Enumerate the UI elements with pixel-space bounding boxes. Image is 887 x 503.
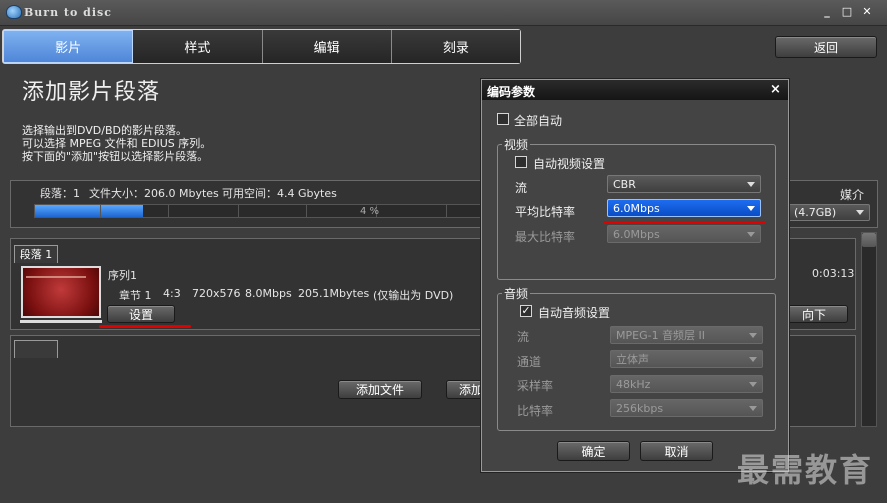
desc-line-3: 按下面的"添加"按钮以选择影片段落。: [22, 150, 209, 163]
avg-bitrate-value: 6.0Mbps: [613, 201, 660, 215]
file-size: 文件大小：206.0 Mbytes: [89, 187, 219, 200]
minimize-icon[interactable]: _: [820, 5, 834, 19]
tab-style[interactable]: 样式: [133, 30, 263, 63]
chevron-down-icon: [749, 332, 757, 338]
scroll-up-button[interactable]: [862, 233, 876, 247]
add-file-button[interactable]: 添加文件: [338, 380, 422, 399]
free-space: 可用空间：4.4 Gbytes: [222, 187, 337, 200]
thumbnail-title-text: [26, 276, 86, 278]
max-bitrate-label: 最大比特率: [515, 230, 576, 244]
chevron-down-icon: [747, 231, 755, 237]
video-stream-value: CBR: [613, 177, 636, 191]
video-stream-label: 流: [515, 181, 528, 195]
auto-audio-label: 自动音频设置: [538, 306, 611, 320]
bitrate: 8.0Mbps: [245, 287, 292, 300]
watermark-logo: 最需教育: [737, 451, 874, 489]
max-bitrate-select[interactable]: 6.0Mbps: [607, 225, 761, 243]
dvd-only-note: (仅输出为 DVD): [373, 289, 454, 302]
page-title: 添加影片段落: [22, 80, 161, 105]
annotation-underline: [99, 325, 191, 328]
audio-stream-select[interactable]: MPEG-1 音频层 II: [610, 326, 763, 344]
samplerate-select[interactable]: 48kHz: [610, 375, 763, 393]
bar-tick: [168, 205, 169, 217]
channel-value: 立体声: [616, 353, 649, 366]
cancel-button[interactable]: 取消: [640, 441, 713, 461]
output-tab[interactable]: [14, 340, 58, 358]
audio-group-label: 音频: [502, 285, 531, 302]
sequence-name: 序列1: [108, 269, 137, 282]
chevron-down-icon: [749, 356, 757, 362]
tab-burn[interactable]: 刻录: [391, 30, 520, 63]
channel-select[interactable]: 立体声: [610, 350, 763, 368]
audio-stream-value: MPEG-1 音频层 II: [616, 329, 706, 342]
thumbnail-progress: [20, 320, 102, 323]
maximize-icon[interactable]: □: [840, 5, 854, 19]
media-label: 媒介: [840, 188, 865, 202]
avg-bitrate-label: 平均比特率: [515, 205, 576, 219]
window-title: Burn to disc: [24, 6, 112, 19]
samplerate-label: 采样率: [517, 379, 554, 393]
dialog-title: 编码参数: [482, 80, 788, 100]
disc-app-icon: [6, 5, 22, 19]
back-button[interactable]: 返回: [775, 36, 877, 58]
add-sequence-button[interactable]: 添加: [446, 380, 486, 399]
ok-button[interactable]: 确定: [557, 441, 630, 461]
bar-tick: [446, 205, 447, 217]
dialog-close-icon[interactable]: ×: [770, 82, 781, 97]
media-select[interactable]: (4.7GB): [788, 204, 870, 221]
segment-count: 段落：1: [40, 187, 80, 200]
segment-duration: 0:03:13: [812, 267, 855, 280]
bar-tick: [100, 205, 101, 217]
segment-size: 205.1Mbytes: [298, 287, 370, 300]
chevron-down-icon: [749, 381, 757, 387]
chevron-down-icon: [856, 210, 864, 215]
close-icon[interactable]: ✕: [860, 5, 874, 19]
video-group-label: 视频: [502, 136, 531, 153]
resolution: 720x576: [192, 287, 241, 300]
chevron-down-icon: [747, 181, 755, 187]
video-stream-select[interactable]: CBR: [607, 175, 761, 193]
auto-video-label: 自动视频设置: [533, 157, 606, 171]
title-bar: [0, 0, 887, 26]
chevron-down-icon: [747, 205, 755, 211]
audio-stream-label: 流: [517, 330, 530, 344]
tab-edit[interactable]: 编辑: [262, 30, 392, 63]
aspect-ratio: 4:3: [163, 287, 181, 300]
channel-label: 通道: [517, 355, 542, 369]
audio-bitrate-label: 比特率: [517, 404, 554, 418]
chevron-down-icon: [749, 405, 757, 411]
auto-audio-checkbox[interactable]: ✓: [520, 305, 532, 317]
annotation-underline: [604, 221, 766, 224]
segment-tab[interactable]: 段落 1: [14, 245, 58, 263]
bar-tick: [306, 205, 307, 217]
audio-bitrate-select[interactable]: 256kbps: [610, 399, 763, 417]
media-select-value: (4.7GB): [794, 206, 837, 219]
segment-thumbnail: [21, 266, 101, 318]
chapter-label: 章节 1: [119, 289, 152, 302]
auto-video-checkbox[interactable]: [515, 156, 527, 168]
audio-bitrate-value: 256kbps: [616, 401, 664, 415]
tab-movie[interactable]: 影片: [3, 30, 134, 63]
all-auto-checkbox[interactable]: [497, 113, 509, 125]
segment-scrollbar[interactable]: [861, 232, 877, 427]
avg-bitrate-select[interactable]: 6.0Mbps: [607, 199, 761, 217]
all-auto-label: 全部自动: [514, 114, 563, 128]
capacity-fill: [35, 205, 143, 217]
settings-button[interactable]: 设置: [107, 305, 175, 323]
move-down-button[interactable]: 向下: [780, 305, 848, 323]
bar-tick: [238, 205, 239, 217]
samplerate-value: 48kHz: [616, 377, 651, 391]
main-tabs: 影片 样式 编辑 刻录: [2, 29, 521, 64]
max-bitrate-value: 6.0Mbps: [613, 227, 660, 241]
capacity-percent: 4 %: [360, 206, 380, 217]
